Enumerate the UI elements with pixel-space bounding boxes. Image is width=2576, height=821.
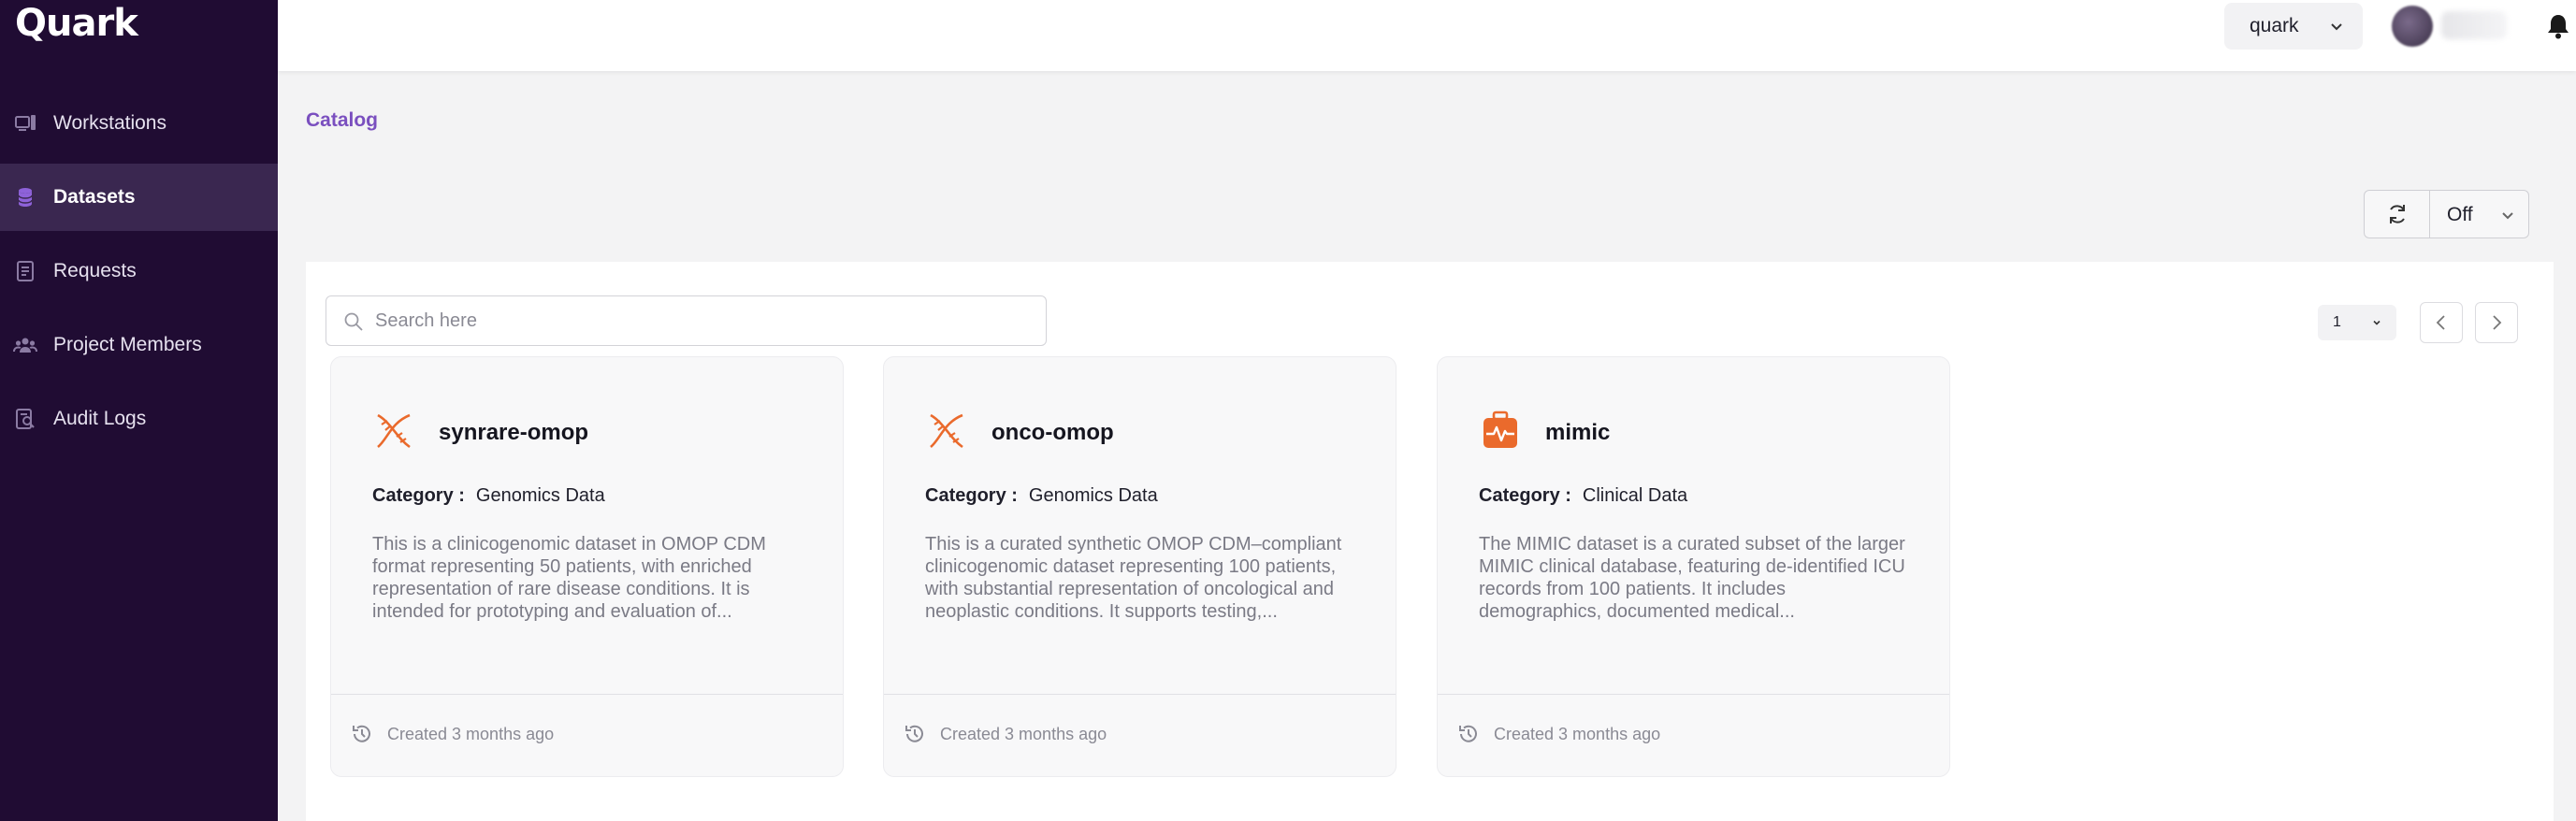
sidebar-item-audit-logs[interactable]: Audit Logs <box>0 385 278 453</box>
chevron-left-icon <box>2436 315 2445 330</box>
card-footer: Created 3 months ago <box>1456 722 1660 746</box>
dataset-name: synrare-omop <box>439 420 589 445</box>
category-value: Genomics Data <box>475 485 605 506</box>
sidebar-item-datasets[interactable]: Datasets <box>0 164 278 231</box>
dataset-category: Category : Genomics Data <box>372 485 605 507</box>
project-selector-value: quark <box>2250 15 2299 36</box>
dataset-description: This is a curated synthetic OMOP CDM–com… <box>925 534 1342 622</box>
medical-kit-icon <box>1483 410 1517 448</box>
members-icon <box>13 338 37 353</box>
dataset-description: The MIMIC dataset is a curated subset of… <box>1479 534 1905 622</box>
dataset-category: Category : Clinical Data <box>1479 485 1687 507</box>
chevron-down-icon <box>2373 320 2381 325</box>
refresh-interval-select[interactable]: Off <box>2447 204 2473 226</box>
auto-refresh-control: Off <box>2364 190 2529 238</box>
dataset-name: onco-omop <box>991 420 1114 445</box>
dna-icon <box>377 413 411 449</box>
search-box[interactable] <box>326 295 1047 346</box>
dataset-category: Category : Genomics Data <box>925 485 1158 507</box>
created-date: Created 3 months ago <box>940 724 1107 743</box>
sidebar-item-label: Project Members <box>53 334 202 355</box>
page-select[interactable]: 1 <box>2318 305 2396 340</box>
app-logo[interactable]: Quark <box>15 2 138 45</box>
category-label: Category : <box>1479 485 1571 506</box>
sidebar-item-requests[interactable]: Requests <box>0 238 278 305</box>
category-label: Category : <box>372 485 465 506</box>
chevron-right-icon <box>2493 315 2502 330</box>
sidebar-item-project-members[interactable]: Project Members <box>0 311 278 379</box>
card-footer: Created 3 months ago <box>903 722 1107 746</box>
history-icon <box>353 725 370 742</box>
dataset-card-synrare-omop[interactable]: synrare-omop Category : Genomics Data Thi… <box>330 356 844 777</box>
avatar[interactable] <box>2392 6 2433 47</box>
database-icon <box>18 188 33 207</box>
card-divider <box>1438 694 1949 695</box>
next-page-button[interactable] <box>2475 302 2518 343</box>
breadcrumb[interactable]: Catalog <box>306 109 378 132</box>
dataset-name: mimic <box>1545 420 1611 445</box>
sidebar-item-label: Datasets <box>53 186 136 208</box>
category-value: Genomics Data <box>1028 485 1158 506</box>
created-date: Created 3 months ago <box>1494 724 1661 743</box>
sidebar-item-label: Audit Logs <box>53 408 147 429</box>
refresh-icon <box>2389 205 2405 223</box>
card-divider <box>331 694 843 695</box>
search-icon <box>344 312 363 331</box>
sidebar-item-label: Workstations <box>53 112 166 134</box>
history-icon <box>905 725 923 742</box>
page-select-value: 1 <box>2333 314 2341 330</box>
bell-icon[interactable] <box>2546 13 2570 39</box>
category-value: Clinical Data <box>1582 485 1688 506</box>
requests-icon <box>17 261 34 281</box>
audit-log-icon <box>16 409 35 429</box>
category-label: Category : <box>925 485 1018 506</box>
sidebar-item-label: Requests <box>53 260 137 281</box>
card-footer: Created 3 months ago <box>350 722 554 746</box>
created-date: Created 3 months ago <box>387 724 555 743</box>
dna-icon <box>930 413 963 449</box>
dataset-card-mimic[interactable]: mimic Category : Clinical Data The MIMIC … <box>1437 356 1950 777</box>
previous-page-button[interactable] <box>2420 302 2463 343</box>
history-icon <box>1459 725 1477 742</box>
chevron-down-icon[interactable] <box>2500 208 2515 223</box>
sidebar-item-workstations[interactable]: Workstations <box>0 90 278 157</box>
card-divider <box>884 694 1396 695</box>
search-input[interactable] <box>375 296 1030 345</box>
refresh-button[interactable] <box>2365 191 2430 238</box>
workstation-icon <box>15 115 36 131</box>
dataset-card-onco-omop[interactable]: onco-omop Category : Genomics Data This i… <box>883 356 1397 777</box>
dataset-description: This is a clinicogenomic dataset in OMOP… <box>372 534 766 622</box>
user-name-blurred[interactable] <box>2441 11 2507 39</box>
sidebar: Quark Workstations Datasets Requests Pro… <box>0 0 278 821</box>
chevron-down-icon <box>2331 23 2342 31</box>
project-selector[interactable]: quark <box>2224 3 2363 50</box>
